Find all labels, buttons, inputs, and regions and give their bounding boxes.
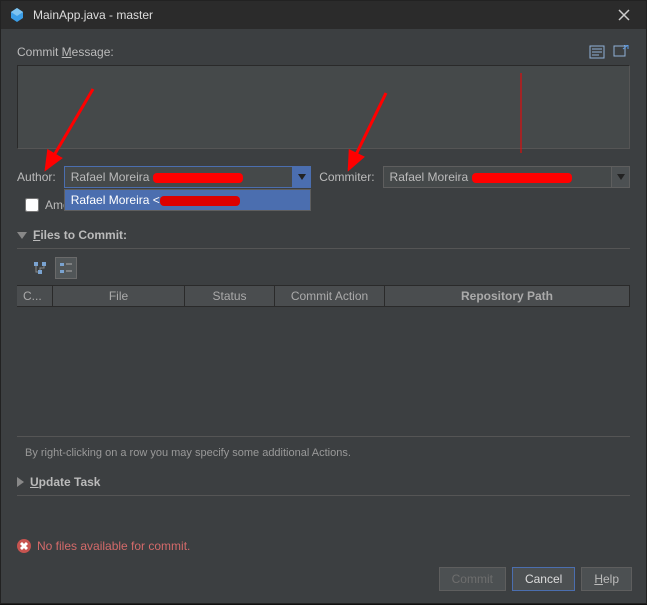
col-status[interactable]: Status — [185, 286, 275, 306]
author-label: Author: — [17, 170, 56, 184]
window-title: MainApp.java - master — [33, 8, 610, 22]
cancel-button[interactable]: Cancel — [512, 567, 575, 591]
redacted-text — [153, 173, 243, 183]
redacted-text — [472, 173, 572, 183]
author-value: Rafael Moreira — [71, 170, 153, 184]
files-section-header[interactable]: Files to Commit: — [17, 224, 630, 246]
app-logo-icon — [9, 7, 25, 23]
committer-value: Rafael Moreira — [390, 170, 472, 184]
titlebar: MainApp.java - master — [1, 1, 646, 29]
help-button[interactable]: Help — [581, 567, 632, 591]
amend-checkbox[interactable] — [25, 198, 39, 212]
tree-view-button[interactable] — [29, 257, 51, 279]
files-hint: By right-clicking on a row you may speci… — [25, 447, 622, 459]
commit-message-textarea[interactable] — [17, 65, 630, 149]
committer-label: Commiter: — [319, 170, 374, 184]
collapse-triangle-icon — [17, 232, 27, 239]
history-icon[interactable] — [588, 43, 606, 61]
expand-triangle-icon — [17, 477, 24, 487]
chevron-down-icon[interactable] — [292, 167, 310, 187]
close-button[interactable] — [610, 1, 638, 29]
expand-icon[interactable] — [612, 43, 630, 61]
author-dropdown-option[interactable]: Rafael Moreira < — [65, 190, 310, 210]
error-icon: ✖ — [17, 539, 31, 553]
files-table-header: C... File Status Commit Action Repositor… — [17, 285, 630, 307]
committer-combobox[interactable]: Rafael Moreira — [383, 166, 630, 188]
col-commit-action[interactable]: Commit Action — [275, 286, 385, 306]
col-checkbox[interactable]: C... — [17, 286, 53, 306]
commit-dialog: MainApp.java - master Commit Message: Au… — [0, 0, 647, 604]
commit-message-label: Commit Message: — [17, 45, 114, 59]
col-repository-path[interactable]: Repository Path — [385, 286, 630, 306]
files-table-body — [17, 307, 630, 437]
col-file[interactable]: File — [53, 286, 185, 306]
author-dropdown-list: Rafael Moreira < — [64, 189, 311, 211]
author-combobox[interactable]: Rafael Moreira Rafael Moreira < — [64, 166, 311, 188]
error-message: ✖ No files available for commit. — [17, 539, 190, 553]
commit-button: Commit — [439, 567, 506, 591]
update-task-section-header[interactable]: Update Task — [17, 471, 630, 493]
chevron-down-icon[interactable] — [611, 167, 629, 187]
flat-view-button[interactable] — [55, 257, 77, 279]
